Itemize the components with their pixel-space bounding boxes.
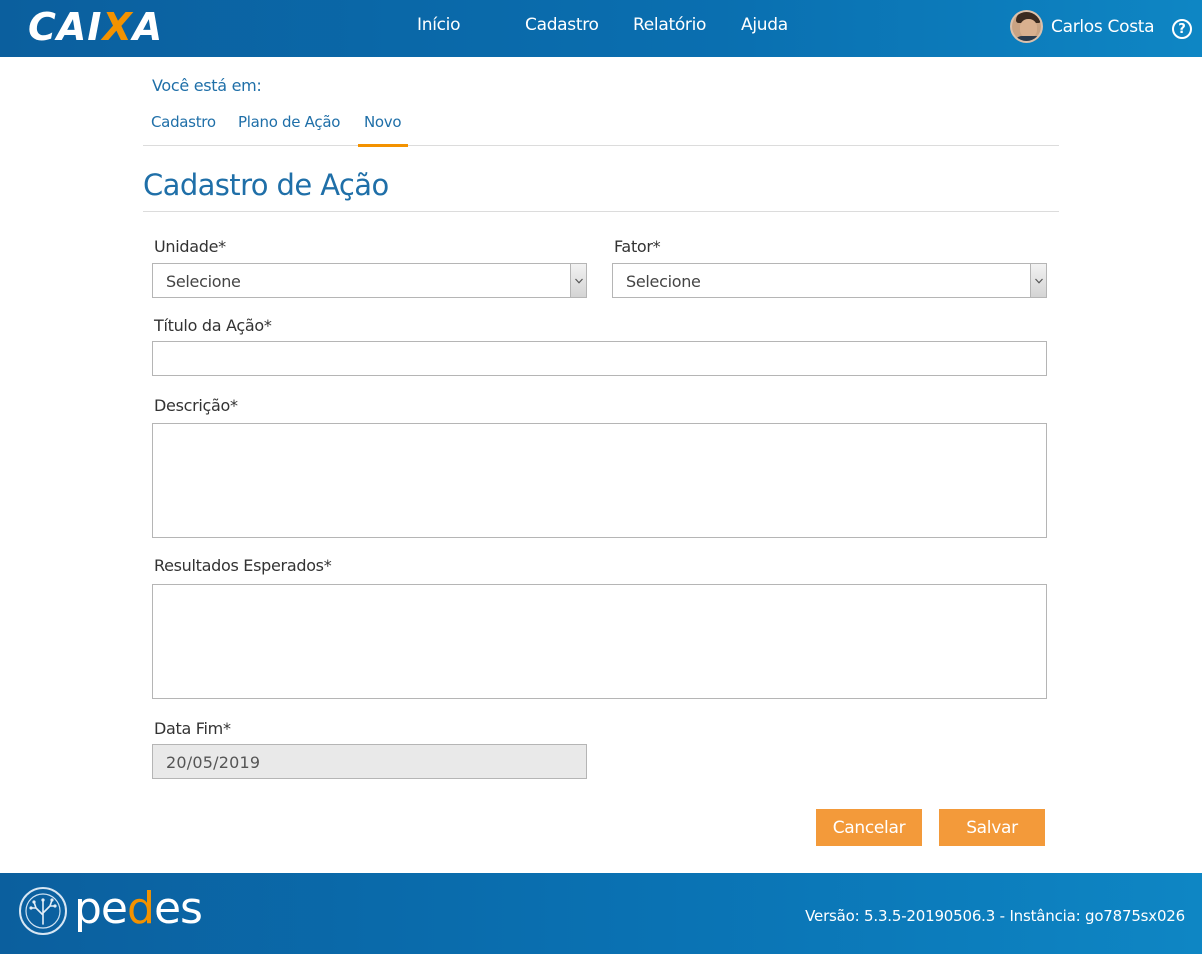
breadcrumb-intro: Você está em: <box>152 76 262 95</box>
cancel-button[interactable]: Cancelar <box>816 809 922 846</box>
data-fim-label: Data Fim* <box>154 719 231 738</box>
descricao-textarea[interactable] <box>152 423 1047 538</box>
breadcrumb: Cadastro Plano de Ação Novo <box>143 100 1059 147</box>
save-button[interactable]: Salvar <box>939 809 1045 846</box>
chevron-down-icon <box>1030 264 1046 297</box>
help-icon[interactable]: ? <box>1172 19 1192 39</box>
breadcrumb-active-indicator <box>358 144 408 147</box>
user-name: Carlos Costa <box>1051 16 1155 37</box>
nav-ajuda[interactable]: Ajuda <box>741 15 788 35</box>
nav-inicio[interactable]: Início <box>417 15 460 35</box>
breadcrumb-item-plano-de-acao[interactable]: Plano de Ação <box>238 113 340 131</box>
top-bar: CAIXA Início Cadastro Relatório Ajuda Ca… <box>0 0 1202 57</box>
caixa-logo-text: CAIXA <box>28 5 163 49</box>
page-title: Cadastro de Ação <box>143 168 389 202</box>
caixa-logo[interactable]: CAIXA <box>28 5 163 49</box>
pedes-part-d: d <box>127 883 155 934</box>
data-fim-value: 20/05/2019 <box>166 753 261 772</box>
logo-part-left: CAI <box>28 5 103 49</box>
version-info: Versão: 5.3.5-20190506.3 - Instância: go… <box>805 907 1185 925</box>
help-glyph: ? <box>1178 21 1186 37</box>
resultados-textarea[interactable] <box>152 584 1047 699</box>
pedes-tree-icon <box>19 887 67 935</box>
user-menu[interactable]: Carlos Costa <box>1010 10 1155 43</box>
titulo-label: Título da Ação* <box>154 316 272 335</box>
unidade-value: Selecione <box>166 272 241 291</box>
nav-relatorio[interactable]: Relatório <box>633 15 706 35</box>
unidade-select[interactable]: Selecione <box>152 263 587 298</box>
logo-part-right: A <box>132 5 164 49</box>
avatar <box>1010 10 1043 43</box>
pedes-part-pe: pe <box>74 883 128 934</box>
descricao-label: Descrição* <box>154 396 238 415</box>
breadcrumb-item-cadastro[interactable]: Cadastro <box>151 113 216 131</box>
nav-cadastro[interactable]: Cadastro <box>525 15 599 35</box>
resultados-label: Resultados Esperados* <box>154 556 332 575</box>
breadcrumb-item-novo[interactable]: Novo <box>364 113 402 131</box>
titulo-input[interactable] <box>152 341 1047 376</box>
footer: pedes Versão: 5.3.5-20190506.3 - Instânc… <box>0 873 1202 954</box>
fator-value: Selecione <box>626 272 701 291</box>
data-fim-input[interactable]: 20/05/2019 <box>152 744 587 779</box>
pedes-logo: pedes <box>74 883 203 934</box>
fator-select[interactable]: Selecione <box>612 263 1047 298</box>
logo-part-x: X <box>102 5 133 49</box>
title-divider <box>143 211 1059 212</box>
fator-label: Fator* <box>614 237 661 256</box>
unidade-label: Unidade* <box>154 237 226 256</box>
chevron-down-icon <box>570 264 586 297</box>
pedes-part-es: es <box>153 883 203 934</box>
